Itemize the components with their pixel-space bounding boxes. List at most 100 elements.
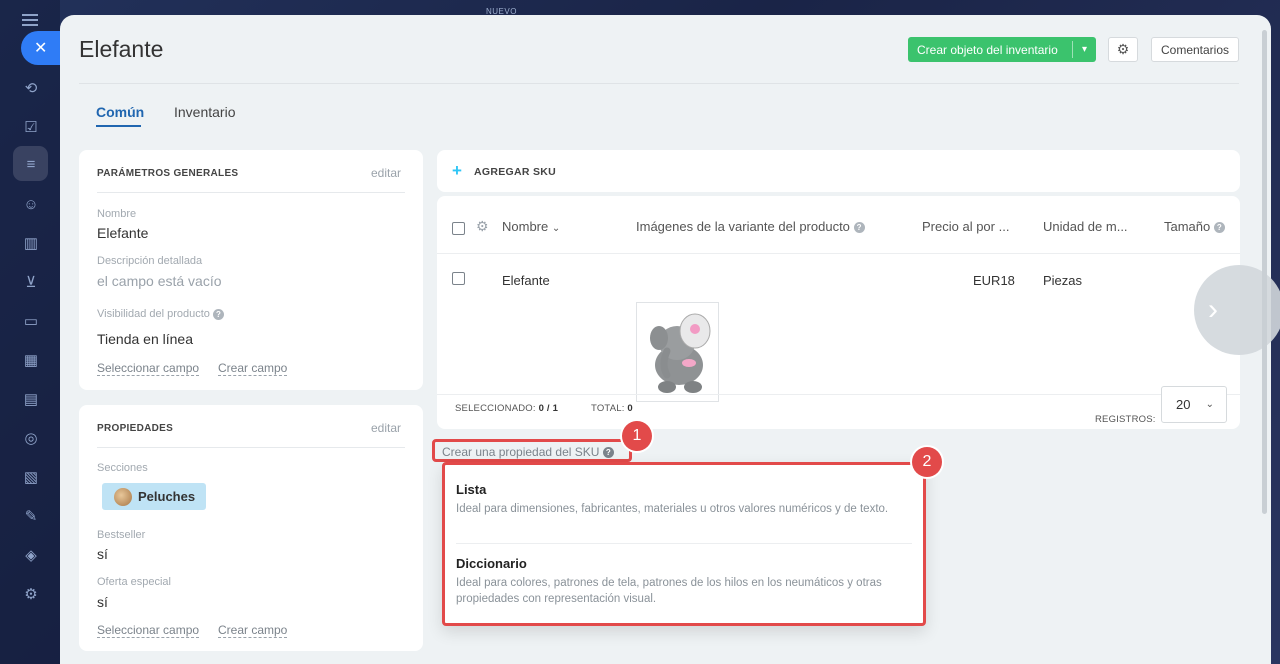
card-divider [97,447,405,448]
documents-icon[interactable]: ▧ [20,466,42,488]
field-label: Nombre [97,208,137,220]
inventory-icon[interactable]: ▤ [20,388,42,410]
select-all-checkbox[interactable] [452,222,465,235]
scrollbar[interactable] [1262,30,1267,514]
option-dictionary-title: Diccionario [456,556,527,571]
field-label: Visibilidad del producto ? [97,308,224,320]
sign-icon[interactable]: ✎ [20,505,42,527]
menu-divider [456,543,912,544]
callout-badge-1: 1 [622,421,652,451]
plus-icon: + [452,161,462,180]
add-sku-bar[interactable]: + AGREGAR SKU [437,150,1240,192]
help-icon[interactable]: ? [853,222,865,234]
sections-label: Secciones [97,462,148,474]
general-parameters-card: PARÁMETROS GENERALES editar Nombre Elefa… [79,150,423,390]
help-icon[interactable]: ? [213,308,224,320]
messages-icon[interactable]: ▭ [20,310,42,332]
general-parameters-title: PARÁMETROS GENERALES [97,168,239,179]
next-card-arrow[interactable]: › [1194,265,1280,355]
feed-icon[interactable]: ⟲ [20,77,42,99]
box-icon[interactable]: ◈ [20,544,42,566]
total-value: 0 [627,403,633,414]
column-header-unit[interactable]: Unidad de m... [1043,219,1128,234]
tasks-icon[interactable]: ☑ [20,116,42,138]
column-header-price[interactable]: Precio al por ... [922,219,1009,234]
properties-edit-link[interactable]: editar [371,421,401,435]
visibility-label: Visibilidad del producto [97,308,210,320]
marketing-icon[interactable]: ◎ [20,427,42,449]
comments-button[interactable]: Comentarios [1151,37,1239,62]
section-tag[interactable]: Peluches [102,483,206,510]
sku-unit-cell[interactable]: Piezas [1043,273,1082,288]
field-label: Descripción detallada [97,255,203,267]
menu-icon[interactable] [22,14,38,26]
tab-inventory[interactable]: Inventario [174,104,235,120]
select-field-link[interactable]: Seleccionar campo [97,362,200,376]
create-field-link[interactable]: Crear campo [218,624,288,638]
section-tag-label: Peluches [138,489,196,504]
left-sidebar: ⟲ ☑ ≡ ☺ ▥ ⊻ ▭ ▦ ▤ ◎ ▧ ✎ ◈ ⚙ [0,0,60,664]
settings-button[interactable]: ⚙ [1108,37,1138,62]
analytics-icon[interactable]: ▥ [20,232,42,254]
product-image-thumbnail[interactable] [636,302,719,402]
elephant-image [650,313,711,393]
gear-icon: ⚙ [1116,41,1130,57]
chevron-right-icon: › [1208,293,1218,326]
total-count: TOTAL: 0 [591,403,633,414]
row-checkbox[interactable] [452,272,465,285]
help-icon[interactable]: ? [1213,222,1225,234]
column-images-label: Imágenes de la variante del producto [636,219,850,234]
close-icon: ✕ [34,40,48,57]
field-special-offer-value: sí [97,594,108,610]
robot-icon[interactable]: ☺ [20,193,42,215]
sku-price-cell[interactable]: EUR18 [973,273,1015,288]
sku-table: ⚙ Nombre ⌄ Imágenes de la variante del p… [437,196,1240,429]
option-list-description: Ideal para dimensiones, fabricantes, mat… [456,503,889,515]
callout-badge-2: 2 [912,447,942,477]
create-field-link[interactable]: Crear campo [218,362,288,376]
properties-title: PROPIEDADES [97,423,174,434]
help-icon[interactable]: ? [602,447,614,459]
select-field-link[interactable]: Seleccionar campo [97,624,200,638]
field-bestseller-value: sí [97,546,108,562]
create-inventory-object-button[interactable]: Crear objeto del inventario ▾ [908,37,1096,62]
field-label: Bestseller [97,529,146,541]
column-size-label: Tamaño [1164,219,1211,234]
option-list-title: Lista [456,482,487,497]
general-edit-link[interactable]: editar [371,166,401,180]
tab-common[interactable]: Común [96,104,144,120]
selected-value: 0 / 1 [538,403,559,414]
create-sku-property-link[interactable]: Crear una propiedad del SKU ? [442,445,614,459]
chevron-down-icon[interactable]: ▾ [1072,41,1096,58]
option-dictionary-description: Ideal para colores, patrones de tela, pa… [456,577,882,605]
total-label: TOTAL: [591,403,625,414]
settings-icon[interactable]: ⚙ [20,583,42,605]
card-divider [97,192,405,193]
records-per-page-value: 20 [1176,397,1191,412]
create-inventory-object-label: Crear objeto del inventario [917,42,1058,57]
section-avatar [114,487,132,506]
records-label: REGISTROS: [1095,414,1156,425]
filter-icon[interactable]: ≡ [20,153,42,175]
properties-card: PROPIEDADES editar Secciones Peluches Be… [79,405,423,651]
calendar-icon[interactable]: ▦ [20,349,42,371]
table-header-divider [437,253,1240,254]
chevron-down-icon: ⌄ [551,223,561,234]
field-name-value: Elefante [97,225,149,241]
column-header-name[interactable]: Nombre ⌄ [502,219,560,234]
column-name-label: Nombre [502,219,549,234]
gear-icon[interactable]: ⚙ [476,218,489,235]
property-type-menu: Lista Ideal para dimensiones, fabricante… [442,462,926,626]
field-visibility-value: Tienda en línea [97,331,193,347]
add-sku-label: AGREGAR SKU [474,166,557,178]
records-per-page-select[interactable]: 20 ⌄ [1161,386,1227,423]
active-tab-underline [96,125,141,127]
sku-name-cell[interactable]: Elefante [502,273,550,288]
selected-label: SELECCIONADO: [455,403,536,414]
cart-icon[interactable]: ⊻ [20,271,42,293]
column-header-size[interactable]: Tamaño ? [1164,219,1225,234]
field-label: Oferta especial [97,576,171,588]
column-header-images[interactable]: Imágenes de la variante del producto ? [636,219,865,234]
selected-count: SELECCIONADO: 0 / 1 [455,403,558,414]
chevron-down-icon: ⌄ [1205,399,1214,410]
